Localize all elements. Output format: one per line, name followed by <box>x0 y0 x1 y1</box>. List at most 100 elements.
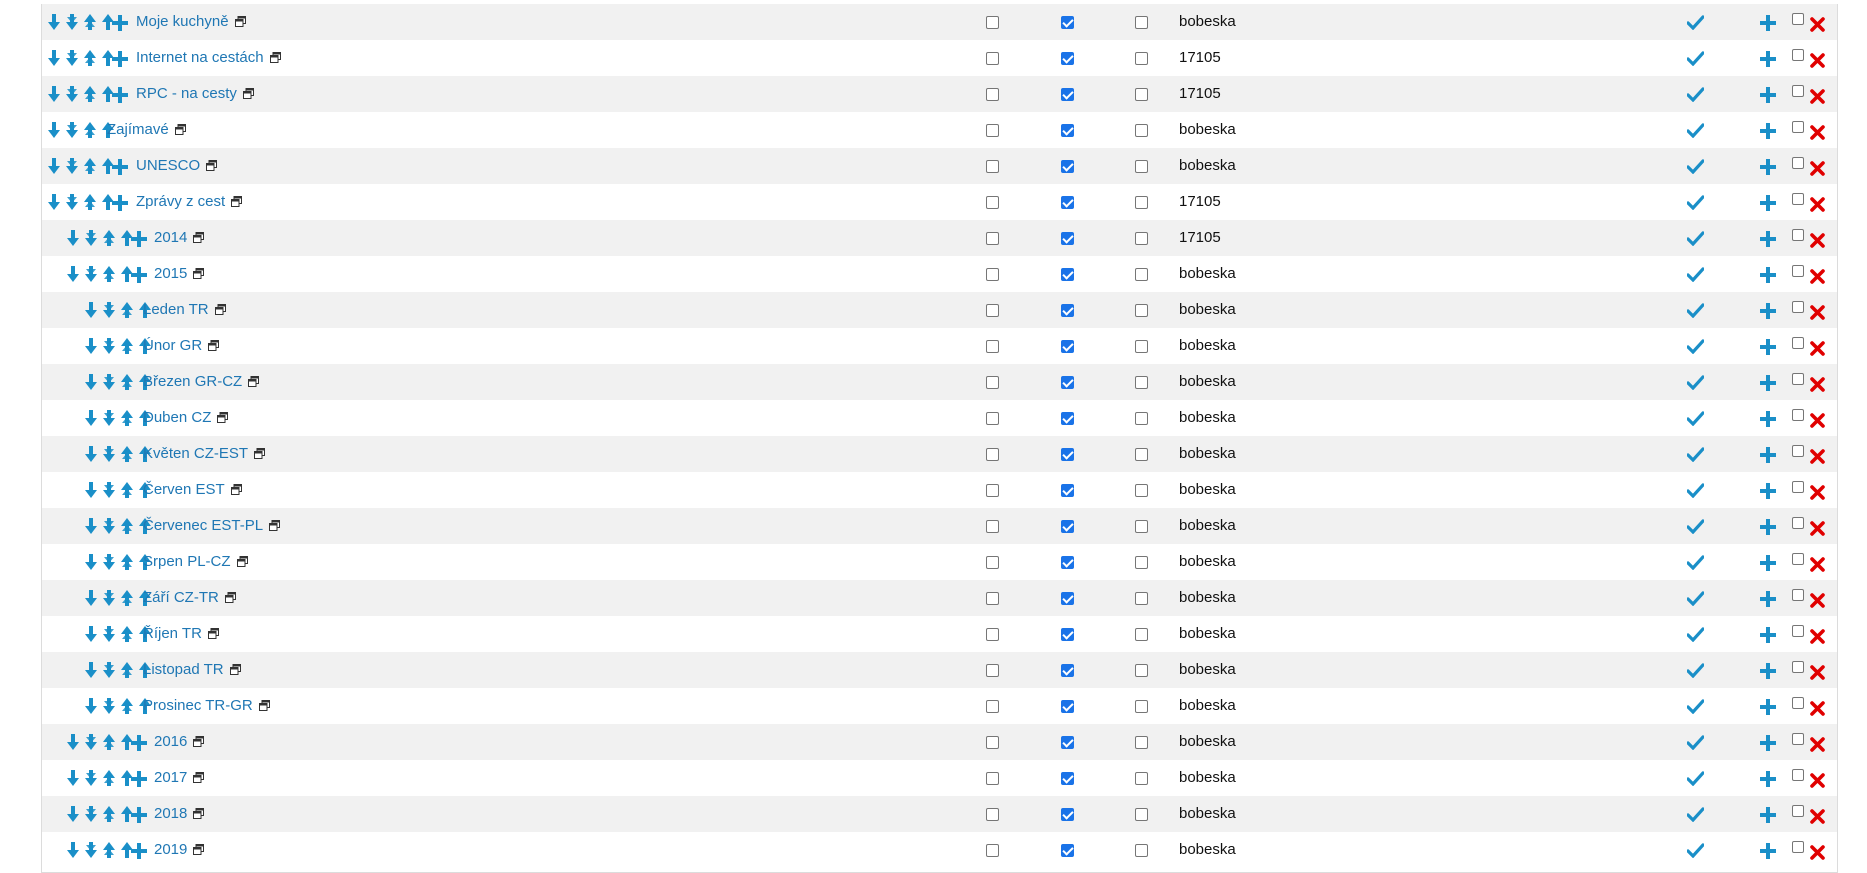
category-title-link[interactable]: Březen GR-CZ <box>143 374 260 390</box>
insert-icon[interactable] <box>1760 591 1776 607</box>
select-checkbox[interactable] <box>1792 265 1804 277</box>
insert-icon[interactable] <box>1760 159 1776 175</box>
insert-icon[interactable] <box>1760 267 1776 283</box>
open-window-icon[interactable] <box>217 412 229 423</box>
flag-checkbox-2[interactable] <box>1061 16 1074 29</box>
move-bottom-icon[interactable] <box>65 86 79 102</box>
move-down-icon[interactable] <box>66 806 80 822</box>
move-bottom-icon[interactable] <box>102 482 116 498</box>
open-window-icon[interactable] <box>193 808 205 819</box>
add-subcategory-icon[interactable] <box>112 195 128 211</box>
category-title-link[interactable]: 2017 <box>154 770 205 786</box>
flag-checkbox-2[interactable] <box>1061 196 1074 209</box>
move-down-icon[interactable] <box>84 482 98 498</box>
move-bottom-icon[interactable] <box>102 626 116 642</box>
red-x-icon[interactable] <box>1810 773 1825 788</box>
category-title-link[interactable]: 2016 <box>154 734 205 750</box>
checkmark-icon[interactable] <box>1687 555 1704 570</box>
category-title-link[interactable]: Červen EST <box>143 482 242 498</box>
open-window-icon[interactable] <box>224 592 236 603</box>
move-down-icon[interactable] <box>47 158 61 174</box>
select-checkbox[interactable] <box>1792 769 1804 781</box>
flag-checkbox-3[interactable] <box>1135 556 1148 569</box>
flag-checkbox-2[interactable] <box>1061 124 1074 137</box>
select-checkbox[interactable] <box>1792 697 1804 709</box>
move-top-icon[interactable] <box>102 230 116 246</box>
open-window-icon[interactable] <box>193 736 205 747</box>
insert-icon[interactable] <box>1760 87 1776 103</box>
flag-checkbox-3[interactable] <box>1135 376 1148 389</box>
flag-checkbox-3[interactable] <box>1135 52 1148 65</box>
flag-checkbox-1[interactable] <box>986 16 999 29</box>
move-down-icon[interactable] <box>84 554 98 570</box>
checkmark-icon[interactable] <box>1687 411 1704 426</box>
red-x-icon[interactable] <box>1810 593 1825 608</box>
move-top-icon[interactable] <box>102 266 116 282</box>
red-x-icon[interactable] <box>1810 197 1825 212</box>
checkmark-icon[interactable] <box>1687 699 1704 714</box>
flag-checkbox-2[interactable] <box>1061 88 1074 101</box>
flag-checkbox-1[interactable] <box>986 160 999 173</box>
flag-checkbox-3[interactable] <box>1135 88 1148 101</box>
category-title-link[interactable]: Srpen PL-CZ <box>143 554 248 570</box>
insert-icon[interactable] <box>1760 231 1776 247</box>
flag-checkbox-1[interactable] <box>986 88 999 101</box>
flag-checkbox-1[interactable] <box>986 52 999 65</box>
red-x-icon[interactable] <box>1810 341 1825 356</box>
category-title-link[interactable]: Duben CZ <box>143 410 229 426</box>
move-down-icon[interactable] <box>84 518 98 534</box>
open-window-icon[interactable] <box>234 16 246 27</box>
flag-checkbox-3[interactable] <box>1135 592 1148 605</box>
flag-checkbox-1[interactable] <box>986 628 999 641</box>
red-x-icon[interactable] <box>1810 377 1825 392</box>
red-x-icon[interactable] <box>1810 521 1825 536</box>
move-down-icon[interactable] <box>84 626 98 642</box>
checkmark-icon[interactable] <box>1687 375 1704 390</box>
open-window-icon[interactable] <box>207 628 219 639</box>
checkmark-icon[interactable] <box>1687 735 1704 750</box>
add-subcategory-icon[interactable] <box>112 15 128 31</box>
select-checkbox[interactable] <box>1792 553 1804 565</box>
insert-icon[interactable] <box>1760 555 1776 571</box>
category-title-link[interactable]: Moje kuchyně <box>136 14 246 30</box>
checkmark-icon[interactable] <box>1687 51 1704 66</box>
add-subcategory-icon[interactable] <box>112 51 128 67</box>
category-title-link[interactable]: Červenec EST-PL <box>143 518 281 534</box>
select-checkbox[interactable] <box>1792 157 1804 169</box>
flag-checkbox-2[interactable] <box>1061 772 1074 785</box>
move-down-icon[interactable] <box>84 374 98 390</box>
move-top-icon[interactable] <box>83 86 97 102</box>
add-subcategory-icon[interactable] <box>131 267 147 283</box>
open-window-icon[interactable] <box>193 844 205 855</box>
move-top-icon[interactable] <box>120 590 134 606</box>
flag-checkbox-1[interactable] <box>986 232 999 245</box>
red-x-icon[interactable] <box>1810 701 1825 716</box>
checkmark-icon[interactable] <box>1687 843 1704 858</box>
red-x-icon[interactable] <box>1810 305 1825 320</box>
move-bottom-icon[interactable] <box>102 554 116 570</box>
flag-checkbox-3[interactable] <box>1135 16 1148 29</box>
move-top-icon[interactable] <box>83 122 97 138</box>
move-down-icon[interactable] <box>84 662 98 678</box>
flag-checkbox-2[interactable] <box>1061 592 1074 605</box>
flag-checkbox-3[interactable] <box>1135 304 1148 317</box>
red-x-icon[interactable] <box>1810 845 1825 860</box>
select-checkbox[interactable] <box>1792 445 1804 457</box>
select-checkbox[interactable] <box>1792 229 1804 241</box>
move-bottom-icon[interactable] <box>84 230 98 246</box>
move-top-icon[interactable] <box>120 446 134 462</box>
category-title-link[interactable]: RPC - na cesty <box>136 86 254 102</box>
open-window-icon[interactable] <box>229 664 241 675</box>
move-bottom-icon[interactable] <box>102 590 116 606</box>
flag-checkbox-3[interactable] <box>1135 808 1148 821</box>
move-down-icon[interactable] <box>84 590 98 606</box>
move-down-icon[interactable] <box>84 446 98 462</box>
move-top-icon[interactable] <box>83 194 97 210</box>
flag-checkbox-2[interactable] <box>1061 232 1074 245</box>
flag-checkbox-3[interactable] <box>1135 484 1148 497</box>
move-down-icon[interactable] <box>47 50 61 66</box>
red-x-icon[interactable] <box>1810 557 1825 572</box>
flag-checkbox-2[interactable] <box>1061 376 1074 389</box>
move-down-icon[interactable] <box>47 14 61 30</box>
move-down-icon[interactable] <box>66 770 80 786</box>
